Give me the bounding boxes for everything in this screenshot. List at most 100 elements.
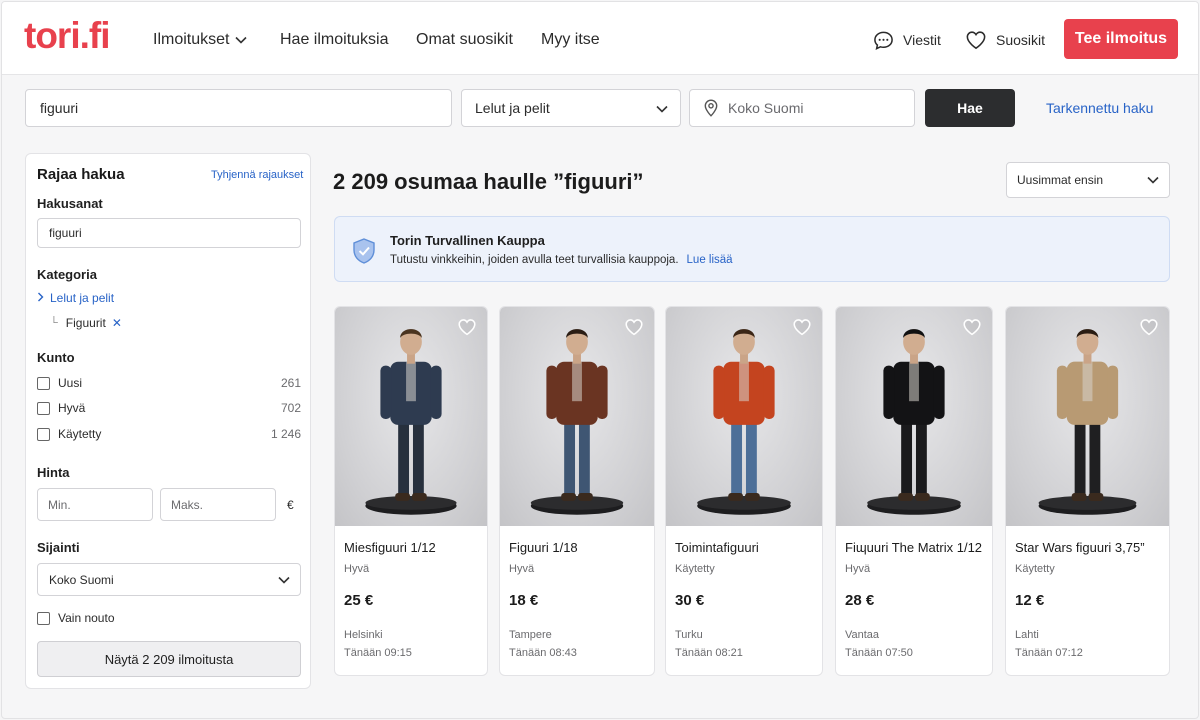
nav-hae-ilmoituksia[interactable]: Hae ilmoituksia [280,30,388,50]
messages-link[interactable]: Viestit [873,27,941,53]
condition-option-hyva[interactable]: Hyvä 702 [37,400,301,416]
listing-card[interactable]: Star Wars figuuri 3,75” Käytetty 12 € La… [1005,306,1170,676]
price-max-input[interactable]: Maks. [160,488,276,521]
listing-price: 28 € [845,592,875,609]
keywords-input[interactable]: figuuri [37,218,301,248]
listing-time: Tänään 09:15 [344,647,412,659]
category-parent-link[interactable]: Lelut ja pelit [37,291,114,305]
advanced-search-link[interactable]: Tarkennettu haku [1046,100,1153,116]
search-input[interactable] [26,90,451,126]
favorite-heart-icon[interactable] [792,318,812,341]
nav-omat-suosikit[interactable]: Omat suosikit [416,30,513,50]
filter-sidebar: Rajaa hakua Tyhjennä rajaukset Hakusanat… [25,153,311,689]
search-field[interactable] [25,89,452,127]
category-heading: Kategoria [37,267,97,282]
condition-label: Hyvä [58,401,86,415]
sort-select[interactable]: Uusimmat ensin [1006,162,1170,198]
listing-title[interactable]: Fiɰuuri The Matrix 1/12 [845,540,982,555]
favorite-heart-icon[interactable] [1139,318,1159,341]
price-min-input[interactable]: Min. [37,488,153,521]
nav-ilmoitukset[interactable]: Ilmoitukset [153,30,248,50]
notice-text: Tutustu vinkkeihin, joiden avulla teet t… [390,254,733,266]
location-heading: Sijainti [37,540,80,555]
listing-title[interactable]: Toimintafiguuri [675,540,759,555]
listing-image[interactable] [1006,307,1169,526]
listing-location: Helsinki [344,629,383,641]
listing-condition: Hyvä [509,563,535,575]
listing-title[interactable]: Figuuri 1/18 [509,540,578,555]
chevron-down-icon [278,573,290,587]
condition-option-uusi[interactable]: Uusi 261 [37,375,301,391]
tree-elbow-icon: └ [50,317,58,329]
nav-myy-itse[interactable]: Myy itse [541,30,600,50]
pickup-only-option[interactable]: Vain nouto [37,610,301,626]
create-listing-button[interactable]: Tee ilmoitus [1064,19,1178,59]
listing-image[interactable] [500,307,654,526]
condition-count: 702 [280,401,301,415]
listing-time: Tänään 07:50 [845,647,913,659]
condition-label: Käytetty [58,427,102,441]
favorites-link[interactable]: Suosikit [965,27,1045,53]
listing-card[interactable]: Fiɰuuri The Matrix 1/12 Hyvä 28 € Vantaa… [835,306,993,676]
listing-location: Lahti [1015,629,1039,641]
listing-price: 18 € [509,592,539,609]
listing-location: Tampere [509,629,552,641]
listing-image[interactable] [666,307,822,526]
chevron-down-icon [656,100,668,116]
listing-card[interactable]: Miesfiguuri 1/12 Hyvä 25 € Helsinki Tänä… [334,306,488,676]
condition-option-kaytetty[interactable]: Käytetty 1 246 [37,426,301,442]
listing-location: Vantaa [845,629,880,641]
favorites-label: Suosikit [996,32,1046,48]
checkbox[interactable] [37,401,50,415]
listing-condition: Hyvä [344,563,370,575]
listing-price: 12 € [1015,592,1045,609]
location-value: Koko Suomi [728,100,804,116]
remove-category-icon[interactable]: ✕ [112,316,122,330]
checkbox[interactable] [37,376,50,390]
heart-icon [966,31,986,50]
favorite-heart-icon[interactable] [962,318,982,341]
safe-trade-notice: Torin Turvallinen Kauppa Tutustu vinkkei… [334,216,1170,282]
results-title: 2 209 osumaa haulle ”figuuri” [333,169,644,194]
currency-label: € [287,498,294,512]
keywords-heading: Hakusanat [37,196,103,211]
listing-price: 30 € [675,592,705,609]
favorite-heart-icon[interactable] [457,318,477,341]
category-parent-label: Lelut ja pelit [50,291,115,305]
page: tori.fi Ilmoitukset Hae ilmoituksia Omat… [1,1,1199,719]
location-select-value: Koko Suomi [49,572,114,587]
checkbox[interactable] [37,611,50,625]
favorite-heart-icon[interactable] [624,318,644,341]
clear-filters-link[interactable]: Tyhjennä rajaukset [211,169,303,181]
listing-price: 25 € [344,592,374,609]
header: tori.fi Ilmoitukset Hae ilmoituksia Omat… [2,2,1198,75]
pickup-label: Vain nouto [58,611,115,625]
price-heading: Hinta [37,465,70,480]
listing-time: Tänään 07:12 [1015,647,1083,659]
location-select[interactable]: Koko Suomi [37,563,301,596]
condition-heading: Kunto [37,350,75,365]
location-field[interactable]: Koko Suomi [689,89,915,127]
listing-image[interactable] [836,307,992,526]
chevron-right-icon [37,291,44,305]
category-select[interactable]: Lelut ja pelit [461,89,681,127]
category-child-label: Figuurit [65,316,106,330]
listing-card[interactable]: Toimintafiguuri Käytetty 30 € Turku Tänä… [665,306,823,676]
search-button[interactable]: Hae [925,89,1015,127]
listing-condition: Hyvä [845,563,871,575]
listing-title[interactable]: Star Wars figuuri 3,75” [1015,540,1145,555]
shield-check-icon [353,238,375,264]
listing-image[interactable] [335,307,487,526]
checkbox[interactable] [37,427,50,441]
condition-count: 261 [280,376,301,390]
sidebar-title: Rajaa hakua [37,166,125,183]
show-results-button[interactable]: Näytä 2 209 ilmoitusta [37,641,301,677]
logo[interactable]: tori.fi [24,16,110,56]
category-select-value: Lelut ja pelit [475,100,550,116]
listing-card[interactable]: Figuuri 1/18 Hyvä 18 € Tampere Tänään 08… [499,306,655,676]
notice-read-more-link[interactable]: Lue lisää [687,254,733,266]
chevron-down-icon [235,30,248,50]
listing-title[interactable]: Miesfiguuri 1/12 [344,540,436,555]
notice-body: Tutustu vinkkeihin, joiden avulla teet t… [390,254,679,266]
notice-title: Torin Turvallinen Kauppa [390,233,545,248]
